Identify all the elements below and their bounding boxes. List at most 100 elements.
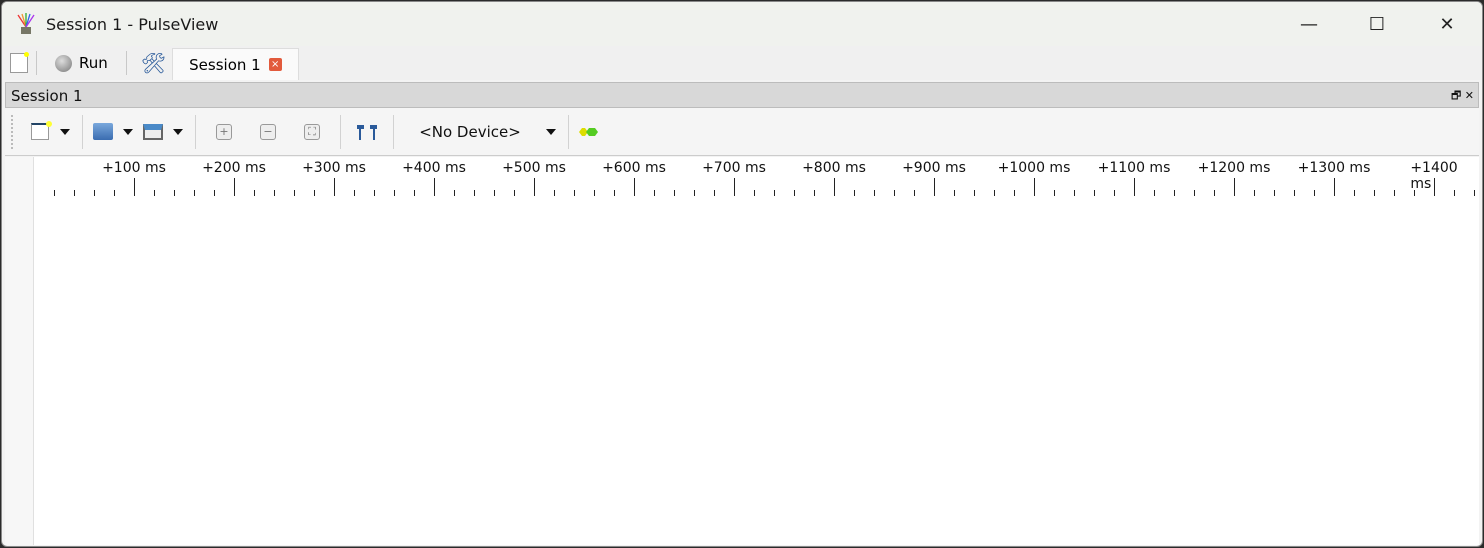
run-button[interactable]: Run: [45, 54, 118, 72]
ruler-label: +1300 ms: [1297, 160, 1371, 176]
minor-tick: [54, 190, 55, 196]
ruler-label: +200 ms: [202, 160, 266, 176]
zoom-fit-icon: ⛶: [304, 123, 320, 140]
zoom-in-icon: +: [216, 123, 232, 140]
main-toolbar: Run 🛠 Session 1 ×: [2, 46, 1482, 80]
dock-float-icon[interactable]: 🗗: [1451, 89, 1461, 102]
open-button[interactable]: [89, 118, 117, 146]
minor-tick: [94, 190, 95, 196]
maximize-button[interactable]: ☐: [1342, 2, 1412, 46]
minor-tick: [894, 190, 895, 196]
settings-tools-icon[interactable]: 🛠: [141, 51, 166, 75]
minor-tick: [1094, 190, 1095, 196]
save-button[interactable]: [139, 118, 167, 146]
ruler-label: +900 ms: [902, 160, 966, 176]
ruler-label: +800 ms: [802, 160, 866, 176]
dock-close-icon[interactable]: ✕: [1465, 89, 1474, 102]
major-tick: [334, 178, 335, 196]
minimize-button[interactable]: —: [1274, 2, 1344, 46]
device-dropdown[interactable]: [546, 128, 556, 135]
main-window: Session 1 - PulseView — ☐ ✕ Run 🛠 Sessio…: [1, 1, 1483, 547]
minor-tick: [974, 190, 975, 196]
close-button[interactable]: ✕: [1412, 2, 1482, 46]
major-tick: [1334, 178, 1335, 196]
new-view-icon: [31, 121, 52, 140]
minor-tick: [1414, 190, 1415, 196]
minor-tick: [794, 190, 795, 196]
minor-tick: [874, 190, 875, 196]
run-icon: [55, 54, 72, 72]
minor-tick: [274, 190, 275, 196]
minor-tick: [214, 190, 215, 196]
window-title: Session 1 - PulseView: [46, 14, 219, 34]
minor-tick: [1314, 190, 1315, 196]
minor-tick: [1214, 190, 1215, 196]
minor-tick: [1114, 190, 1115, 196]
zoom-fit-button[interactable]: ⛶: [298, 118, 326, 146]
device-selector[interactable]: <No Device>: [400, 123, 540, 141]
new-view-button[interactable]: [26, 118, 54, 146]
ruler-label: +1000 ms: [997, 160, 1071, 176]
minor-tick: [1174, 190, 1175, 196]
minor-tick: [154, 190, 155, 196]
cursors-icon: [357, 124, 377, 140]
minor-tick: [414, 190, 415, 196]
session-toolbar: + − ⛶ <No Device>: [5, 108, 1479, 156]
new-view-dropdown[interactable]: [60, 128, 70, 135]
zoom-out-button[interactable]: −: [254, 118, 282, 146]
trace-header-column: [5, 157, 34, 545]
open-dropdown[interactable]: [123, 128, 133, 135]
zoom-out-icon: −: [260, 123, 276, 140]
time-ruler[interactable]: +100 ms +200 ms +300 ms +400 ms +500 ms +600 …: [5, 157, 1479, 197]
minor-tick: [754, 190, 755, 196]
save-icon: [143, 123, 163, 140]
major-tick: [1134, 178, 1135, 196]
zoom-in-button[interactable]: +: [210, 118, 238, 146]
major-tick: [1034, 178, 1035, 196]
minor-tick: [254, 190, 255, 196]
ruler-label: +1100 ms: [1097, 160, 1171, 176]
minor-tick: [194, 190, 195, 196]
major-tick: [834, 178, 835, 196]
minor-tick: [1254, 190, 1255, 196]
minor-tick: [954, 190, 955, 196]
minor-tick: [1394, 190, 1395, 196]
minor-tick: [1454, 190, 1455, 196]
major-tick: [634, 178, 635, 196]
minor-tick: [694, 190, 695, 196]
minor-tick: [1154, 190, 1155, 196]
minor-tick: [1054, 190, 1055, 196]
save-dropdown[interactable]: [173, 128, 183, 135]
minor-tick: [474, 190, 475, 196]
minor-tick: [814, 190, 815, 196]
pulseview-logo-icon: [16, 13, 36, 35]
minor-tick: [294, 190, 295, 196]
tab-label: Session 1: [189, 55, 261, 74]
decoder-button[interactable]: [575, 118, 603, 146]
ruler-label: +600 ms: [602, 160, 666, 176]
major-tick: [234, 178, 235, 196]
minor-tick: [1014, 190, 1015, 196]
minor-tick: [314, 190, 315, 196]
cursor-button[interactable]: [353, 118, 381, 146]
minor-tick: [1194, 190, 1195, 196]
minor-tick: [1374, 190, 1375, 196]
tab-close-icon[interactable]: ×: [268, 58, 282, 71]
minor-tick: [374, 190, 375, 196]
minor-tick: [614, 190, 615, 196]
trace-view[interactable]: +100 ms +200 ms +300 ms +400 ms +500 ms +600 …: [5, 157, 1479, 545]
minor-tick: [914, 190, 915, 196]
minor-tick: [674, 190, 675, 196]
major-tick: [134, 178, 135, 196]
minor-tick: [174, 190, 175, 196]
minor-tick: [1274, 190, 1275, 196]
major-tick: [1234, 178, 1235, 196]
tab-session-1[interactable]: Session 1 ×: [172, 48, 299, 80]
minor-tick: [714, 190, 715, 196]
minor-tick: [494, 190, 495, 196]
major-tick: [934, 178, 935, 196]
new-session-icon[interactable]: [10, 52, 29, 73]
folder-open-icon: [93, 123, 113, 140]
minor-tick: [854, 190, 855, 196]
minor-tick: [1074, 190, 1075, 196]
